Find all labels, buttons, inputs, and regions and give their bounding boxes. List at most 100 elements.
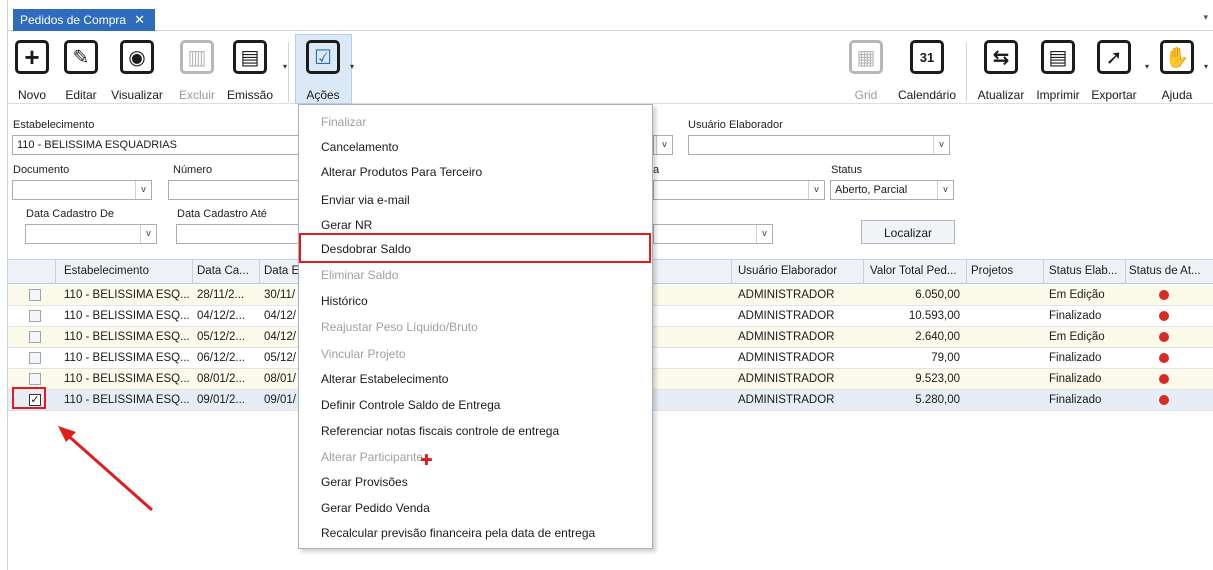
close-icon[interactable]: ✕ bbox=[134, 12, 145, 28]
status-label: Status bbox=[831, 164, 863, 176]
chevron-down-icon: ▾ bbox=[1144, 62, 1149, 71]
excluir-button[interactable]: ▥ Excluir bbox=[176, 40, 218, 102]
calendario-button[interactable]: 31 Calendário bbox=[892, 40, 962, 102]
status-value: Aberto, Parcial bbox=[835, 184, 908, 196]
estabelecimento-select[interactable]: 110 - BELISSIMA ESQUADRIAS bbox=[12, 135, 302, 155]
col-valor-total[interactable]: Valor Total Ped... bbox=[870, 265, 957, 277]
col-data-cadastro[interactable]: Data Ca... bbox=[197, 265, 249, 277]
menu-item-gerar-provisoes[interactable]: Gerar Provisões bbox=[321, 475, 408, 489]
ajuda-button[interactable]: ✋ ▾ Ajuda bbox=[1155, 40, 1208, 102]
chevron-down-icon: v bbox=[656, 136, 672, 154]
grid-label: Grid bbox=[854, 88, 878, 102]
menu-item-historico[interactable]: Histórico bbox=[321, 294, 368, 308]
menu-item-cancelamento[interactable]: Cancelamento bbox=[321, 140, 398, 154]
col-data-entrega[interactable]: Data E bbox=[264, 265, 299, 277]
menu-item-vincular-projeto[interactable]: Vincular Projeto bbox=[321, 347, 406, 361]
data-cadastro-ate-input[interactable] bbox=[176, 224, 306, 244]
column-divider bbox=[1125, 260, 1126, 284]
chevron-down-icon: ▾ bbox=[1203, 62, 1208, 71]
status-select[interactable]: Aberto, Parcial v bbox=[830, 180, 954, 200]
left-edge-strip bbox=[0, 0, 8, 570]
status-dot-icon bbox=[1159, 395, 1169, 405]
toolbar-separator bbox=[966, 42, 967, 102]
calendario-label: Calendário bbox=[897, 88, 957, 102]
editar-button[interactable]: ✎ Editar bbox=[60, 40, 102, 102]
menu-item-alterar-estabelecimento[interactable]: Alterar Estabelecimento bbox=[321, 372, 448, 386]
data-cadastro-de-input[interactable]: v bbox=[25, 224, 157, 244]
column-divider bbox=[259, 260, 260, 284]
row-checkbox[interactable] bbox=[29, 331, 41, 343]
menu-item-referenciar-notas-fiscais-controle-de-entrega[interactable]: Referenciar notas fiscais controle de en… bbox=[321, 424, 559, 438]
column-divider bbox=[966, 260, 967, 284]
status-dot-icon bbox=[1159, 332, 1169, 342]
tab-list-dropdown-icon[interactable]: ▾ bbox=[1203, 12, 1208, 23]
grid-button[interactable]: ▦ Grid bbox=[846, 40, 886, 102]
cell-status-elaboracao: Em Edição bbox=[1049, 331, 1105, 343]
documento-select[interactable]: v bbox=[12, 180, 152, 200]
menu-item-alterar-participante[interactable]: Alterar Participante bbox=[321, 450, 423, 464]
menu-item-finalizar[interactable]: Finalizar bbox=[321, 115, 366, 129]
emissao-label: Emissão bbox=[226, 88, 273, 102]
imprimir-button[interactable]: ▤ Imprimir bbox=[1032, 40, 1084, 102]
usuario-elaborador-select[interactable]: v bbox=[688, 135, 950, 155]
cell-data-cadastro: 28/11/2... bbox=[197, 289, 245, 301]
partial-select[interactable]: v bbox=[653, 180, 825, 200]
partial-select-2[interactable]: v bbox=[653, 224, 773, 244]
menu-item-alterar-produtos-para-terceiro[interactable]: Alterar Produtos Para Terceiro bbox=[321, 165, 482, 179]
estabelecimento-value: 110 - BELISSIMA ESQUADRIAS bbox=[17, 139, 177, 151]
help-handshake-icon: ✋ bbox=[1160, 40, 1194, 74]
status-dot-icon bbox=[1159, 290, 1169, 300]
visualizar-button[interactable]: ◉ Visualizar bbox=[107, 40, 167, 102]
row-checkbox[interactable] bbox=[29, 373, 41, 385]
col-usuario-elaborador[interactable]: Usuário Elaborador bbox=[738, 265, 837, 277]
localizar-button[interactable]: Localizar bbox=[861, 220, 955, 244]
col-estabelecimento[interactable]: Estabelecimento bbox=[64, 265, 149, 277]
emissao-button[interactable]: ▤ ▾ Emissão bbox=[222, 40, 287, 102]
acoes-button[interactable]: ☑ ▾ Ações bbox=[301, 40, 354, 102]
col-status-atendimento[interactable]: Status de At... bbox=[1129, 265, 1201, 277]
cell-valor-total: 79,00 bbox=[931, 352, 960, 364]
menu-item-definir-controle-saldo-de-entrega[interactable]: Definir Controle Saldo de Entrega bbox=[321, 398, 500, 412]
data-cadastro-ate-label: Data Cadastro Até bbox=[177, 208, 267, 220]
cell-valor-total: 2.640,00 bbox=[915, 331, 960, 343]
refresh-icon: ⇆ bbox=[984, 40, 1018, 74]
atualizar-button[interactable]: ⇆ Atualizar bbox=[972, 40, 1030, 102]
cell-data-cadastro: 08/01/2... bbox=[197, 373, 245, 385]
chevron-down-icon: v bbox=[135, 181, 151, 199]
excluir-label: Excluir bbox=[178, 88, 215, 102]
status-dot-icon bbox=[1159, 311, 1169, 321]
cell-valor-total: 6.050,00 bbox=[915, 289, 960, 301]
col-status-elaboracao[interactable]: Status Elab... bbox=[1049, 265, 1117, 277]
menu-item-gerar-pedido-venda[interactable]: Gerar Pedido Venda bbox=[321, 501, 430, 515]
tab-pedidos-de-compra[interactable]: Pedidos de Compra ✕ bbox=[13, 9, 155, 31]
cell-estabelecimento: 110 - BELISSIMA ESQ... bbox=[64, 394, 190, 406]
ajuda-label: Ajuda bbox=[1161, 88, 1193, 102]
menu-item-eliminar-saldo[interactable]: Eliminar Saldo bbox=[321, 268, 398, 282]
novo-button[interactable]: + Novo bbox=[12, 40, 52, 102]
numero-label: Número bbox=[173, 164, 213, 176]
cell-usuario: ADMINISTRADOR bbox=[738, 289, 835, 301]
status-dot-icon bbox=[1159, 353, 1169, 363]
chevron-down-icon: v bbox=[808, 181, 824, 199]
plus-icon: + bbox=[15, 40, 49, 74]
chevron-down-icon: v bbox=[933, 136, 949, 154]
cell-estabelecimento: 110 - BELISSIMA ESQ... bbox=[64, 373, 190, 385]
col-projetos[interactable]: Projetos bbox=[971, 265, 1013, 277]
row-checkbox[interactable] bbox=[29, 310, 41, 322]
row-checkbox[interactable] bbox=[29, 352, 41, 364]
menu-item-gerar-nr[interactable]: Gerar NR bbox=[321, 218, 372, 232]
estabelecimento-label: Estabelecimento bbox=[13, 119, 95, 131]
numero-input[interactable] bbox=[168, 180, 308, 200]
menu-item-enviar-via-e-mail[interactable]: Enviar via e-mail bbox=[321, 193, 410, 207]
cell-usuario: ADMINISTRADOR bbox=[738, 310, 835, 322]
cell-data-cadastro: 04/12/2... bbox=[197, 310, 245, 322]
exportar-button[interactable]: ➚ ▾ Exportar bbox=[1088, 40, 1149, 102]
menu-item-recalcular-previsao-financeira-pela-data-de-entrega[interactable]: Recalcular previsão financeira pela data… bbox=[321, 526, 595, 540]
menu-item-desdobrar-saldo[interactable]: Desdobrar Saldo bbox=[321, 242, 411, 256]
partial-select-dropdown[interactable]: v bbox=[653, 135, 673, 155]
row-checkbox[interactable] bbox=[29, 289, 41, 301]
editar-label: Editar bbox=[65, 88, 97, 102]
pencil-icon: ✎ bbox=[64, 40, 98, 74]
eye-icon: ◉ bbox=[120, 40, 154, 74]
menu-item-reajustar-peso-liquido-bruto[interactable]: Reajustar Peso Líquido/Bruto bbox=[321, 320, 478, 334]
